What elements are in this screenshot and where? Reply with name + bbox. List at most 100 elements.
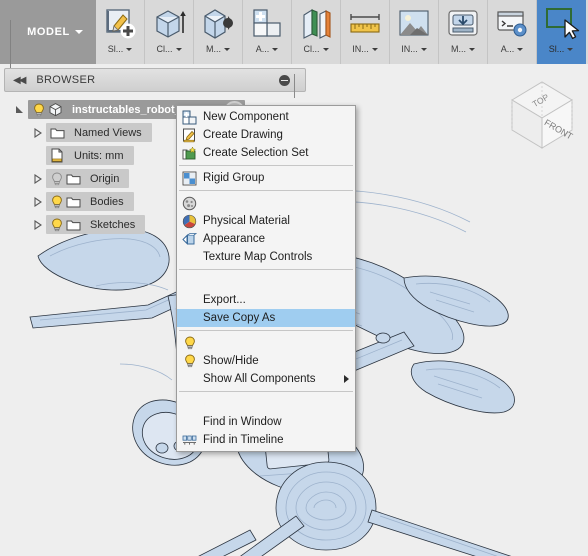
- tree-row-background[interactable]: Units: mm: [46, 146, 134, 165]
- menu-item-find-in-timeline[interactable]: Find in Window: [177, 413, 355, 431]
- menu-item-texture-map-controls[interactable]: Appearance: [177, 230, 355, 248]
- toolbar-label-text: Cl...: [303, 44, 320, 54]
- component-cube-icon: [47, 102, 63, 118]
- lightbulb-on-icon: [181, 353, 198, 369]
- menu-item-opacity-control[interactable]: Show All Components: [177, 370, 355, 388]
- make-3dprint-icon: [446, 0, 480, 44]
- toolbar-button-sketch[interactable]: Sl...: [96, 0, 145, 64]
- view-cube-icon: TOP FRONT: [511, 81, 575, 149]
- chevron-down-icon[interactable]: [224, 48, 230, 51]
- twisty-closed-icon[interactable]: [30, 127, 46, 138]
- chevron-down-icon[interactable]: [469, 48, 475, 51]
- toolbar-label: Cl...: [303, 44, 329, 55]
- toolbar-button-construct[interactable]: Cl...: [292, 0, 341, 64]
- twisty-closed-icon[interactable]: [30, 173, 46, 184]
- tree-row-background[interactable]: Sketches: [46, 215, 146, 234]
- menu-item-show-hide[interactable]: [177, 334, 355, 352]
- design-history-icon: [181, 432, 198, 448]
- browser-title: BROWSER: [36, 74, 96, 86]
- toolbar-label: M...: [206, 44, 230, 55]
- menu-item-do-not-capture-design-history[interactable]: Find in Timeline: [177, 431, 355, 449]
- chevron-down-icon[interactable]: [567, 48, 574, 51]
- select-window-icon: [541, 0, 581, 44]
- no-icon: [181, 310, 198, 326]
- toolbar-tools: Sl... Cl... M... A... Cl... IN... IN... …: [96, 0, 588, 64]
- twisty-closed-icon[interactable]: [30, 196, 46, 207]
- toolbar-drag-grip[interactable]: [10, 20, 17, 68]
- toolbar-label-text: Sl...: [548, 44, 565, 54]
- toolbar-label-text: M...: [451, 44, 466, 54]
- toolbar-label: IN...: [401, 44, 427, 55]
- tree-row-background[interactable]: Named Views: [46, 123, 152, 142]
- menu-item-label: Find in Timeline: [203, 434, 284, 446]
- tree-item-label: Bodies: [90, 195, 124, 208]
- menu-item-create-selection-set[interactable]: Create Selection Set: [177, 144, 355, 162]
- menu-item-show-all-components[interactable]: Show/Hide: [177, 352, 355, 370]
- toolbar-button-assemble[interactable]: A...: [243, 0, 292, 64]
- drag-grip-icon[interactable]: [294, 74, 299, 98]
- lightbulb-on-icon: [181, 335, 198, 351]
- lightbulb-on-icon[interactable]: [31, 102, 47, 118]
- menu-item-appearance[interactable]: Physical Material: [177, 212, 355, 230]
- no-icon: [181, 414, 198, 430]
- menu-item-export[interactable]: [177, 273, 355, 291]
- menu-item-create-drawing[interactable]: Create Drawing: [177, 126, 355, 144]
- menu-item-physical-material[interactable]: [177, 194, 355, 212]
- chevron-down-icon[interactable]: [272, 48, 279, 51]
- modify-icon: [201, 0, 235, 44]
- assemble-icon: [250, 0, 284, 44]
- browser-header-actions: [279, 74, 305, 98]
- menu-item-rigid-group[interactable]: Rigid Group: [177, 169, 355, 187]
- menu-item-find-in-window[interactable]: [177, 395, 355, 413]
- no-icon: [181, 396, 198, 412]
- menu-item-properties[interactable]: Texture Map Controls: [177, 248, 355, 266]
- construct-icon: [299, 0, 333, 44]
- chevron-down-icon[interactable]: [371, 48, 378, 51]
- chevron-down-icon[interactable]: [126, 48, 133, 51]
- workspace-switcher[interactable]: MODEL: [0, 0, 96, 68]
- no-icon: [181, 292, 198, 308]
- folder-icon: [65, 217, 81, 233]
- tree-row-background[interactable]: Bodies: [46, 192, 134, 211]
- menu-item-new-component[interactable]: New Component: [177, 108, 355, 126]
- chevron-down-icon[interactable]: [322, 48, 329, 51]
- toolbar-button-make[interactable]: M...: [439, 0, 488, 64]
- twisty-open-icon[interactable]: [12, 105, 28, 115]
- view-cube[interactable]: TOP FRONT: [498, 74, 582, 156]
- context-menu[interactable]: New Component Create Drawing Create Sele…: [176, 105, 356, 452]
- toolbar-button-addins[interactable]: A...: [488, 0, 537, 64]
- toolbar-label-text: Sl...: [107, 44, 124, 54]
- toolbar-label: Sl...: [108, 44, 133, 55]
- measure-inspect-icon: [348, 0, 382, 44]
- lightbulb-off-icon[interactable]: [49, 171, 65, 187]
- tree-row-background[interactable]: Origin: [46, 169, 130, 188]
- menu-item-label: Texture Map Controls: [203, 251, 313, 263]
- toolbar-button-insert[interactable]: IN...: [390, 0, 439, 64]
- menu-item-label: New Component: [203, 111, 289, 123]
- toolbar-button-select[interactable]: Sl...: [537, 0, 586, 64]
- lightbulb-on-icon[interactable]: [49, 217, 65, 233]
- menu-item-label: Rigid Group: [203, 172, 265, 184]
- menu-item-save-as-stl[interactable]: Save Copy As: [177, 309, 355, 327]
- appearance-icon: [181, 213, 198, 229]
- chevron-down-icon[interactable]: [175, 48, 182, 51]
- double-left-arrow-icon[interactable]: ◀◀: [13, 75, 26, 86]
- minus-circle-icon[interactable]: [279, 74, 290, 86]
- new-component-icon: [181, 109, 198, 125]
- toolbar-label-text: M...: [206, 44, 221, 54]
- chevron-down-icon[interactable]: [517, 48, 524, 51]
- toolbar-label-text: A...: [255, 44, 270, 54]
- twisty-closed-icon[interactable]: [30, 219, 46, 230]
- toolbar-label: M...: [451, 44, 475, 55]
- rigid-group-icon: [181, 170, 198, 186]
- units-document-icon: [49, 148, 65, 164]
- toolbar-button-create[interactable]: Cl...: [145, 0, 194, 64]
- menu-item-save-copy-as[interactable]: Export...: [177, 291, 355, 309]
- toolbar-button-inspect[interactable]: IN...: [341, 0, 390, 64]
- chevron-down-icon[interactable]: [420, 48, 427, 51]
- selection-set-icon: [181, 145, 198, 161]
- toolbar-label-text: A...: [500, 44, 515, 54]
- toolbar-button-modify[interactable]: M...: [194, 0, 243, 64]
- lightbulb-on-icon[interactable]: [49, 194, 65, 210]
- toolbar-label: Cl...: [156, 44, 182, 55]
